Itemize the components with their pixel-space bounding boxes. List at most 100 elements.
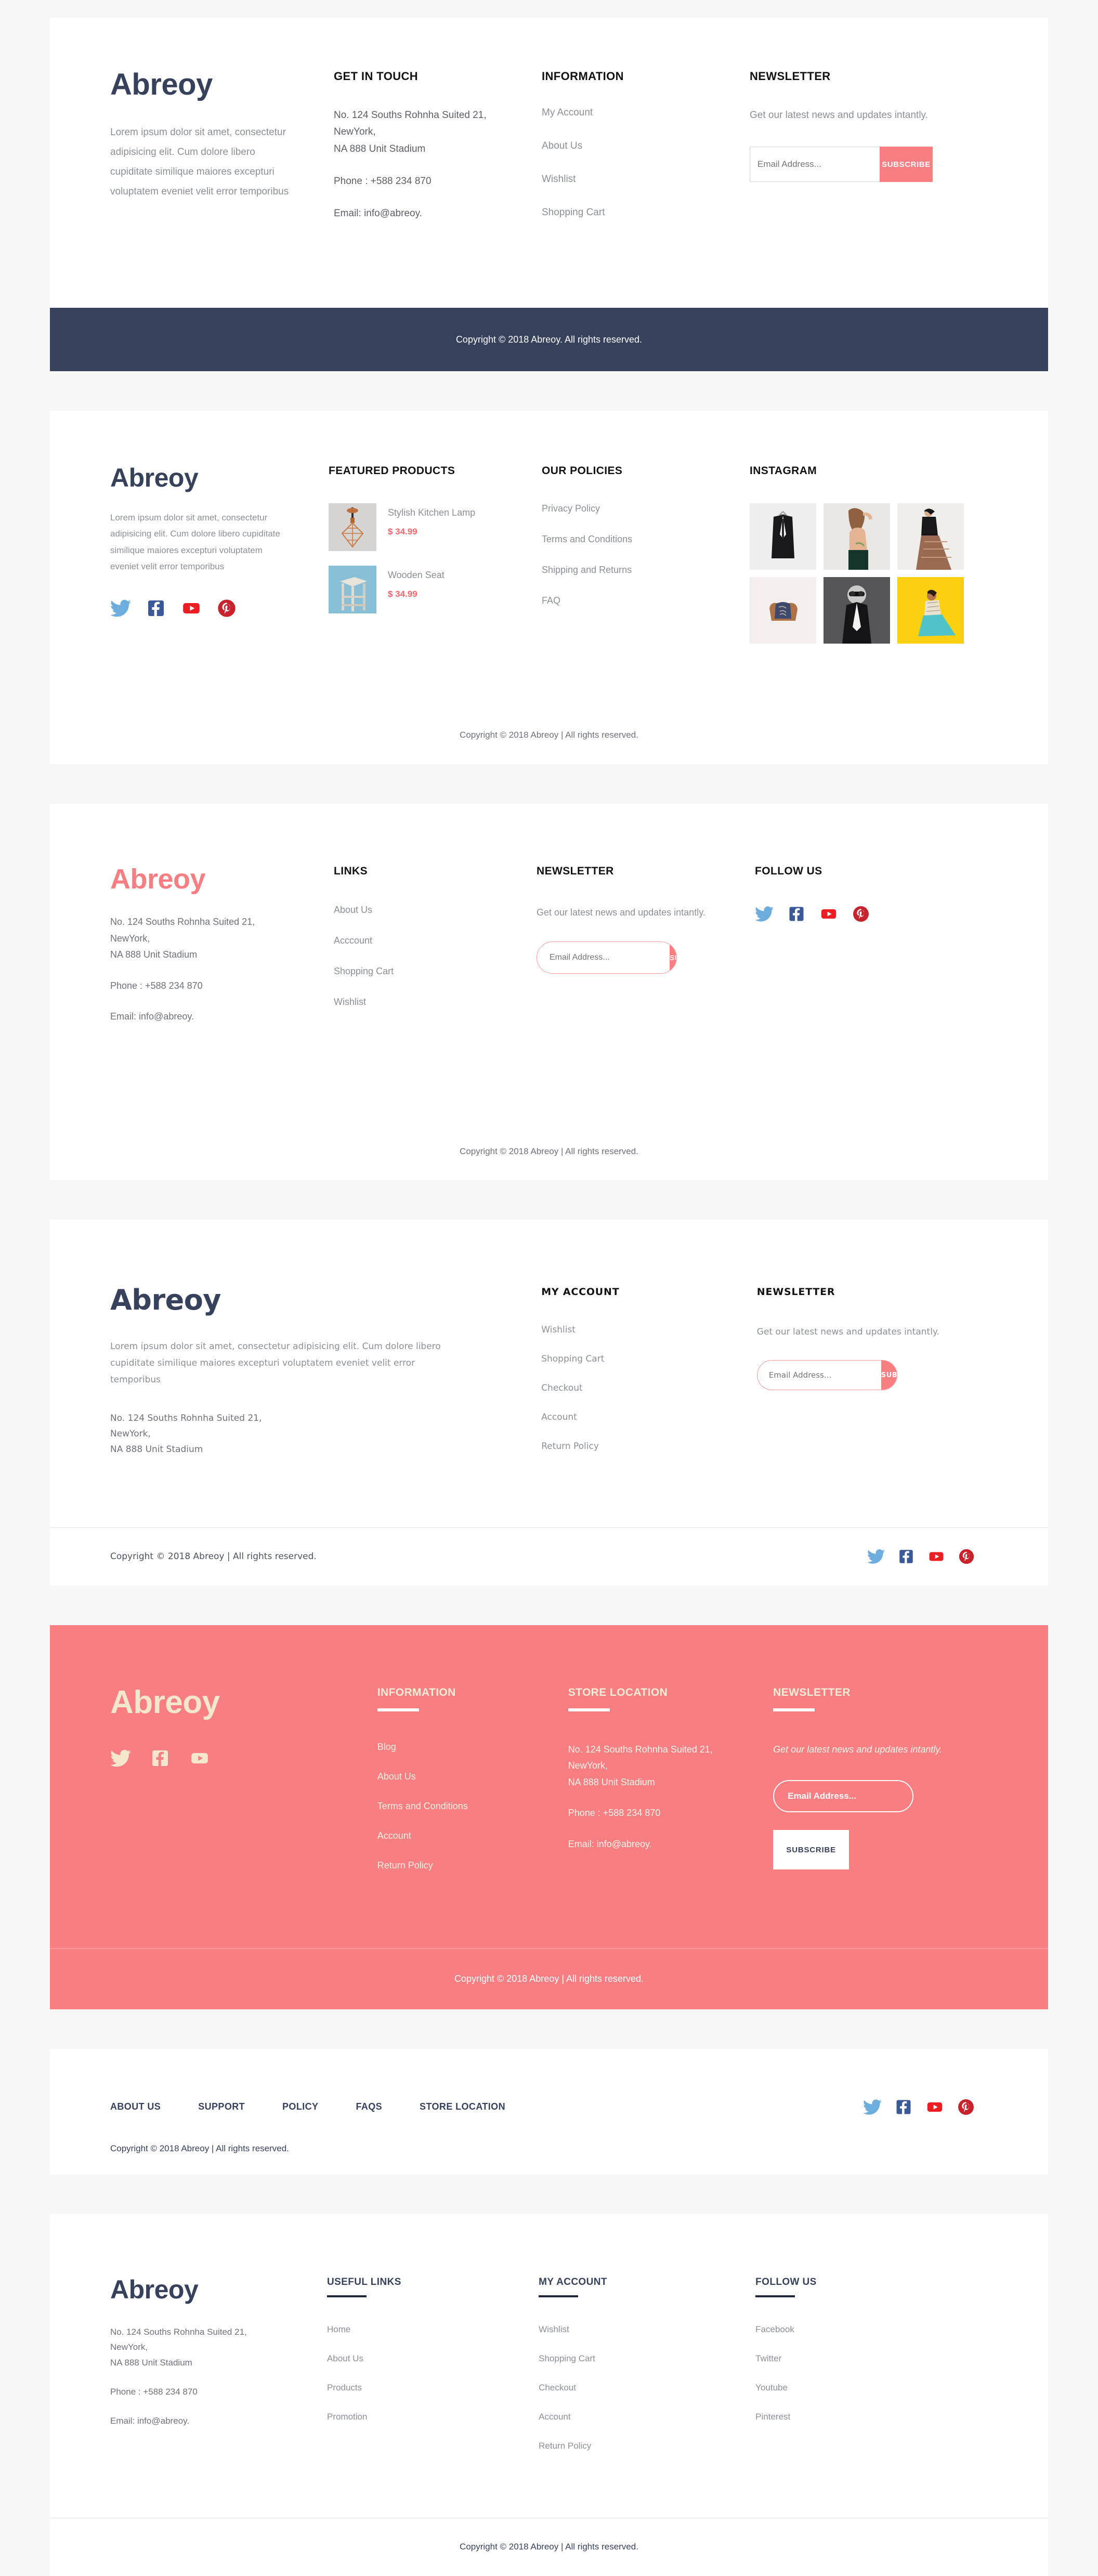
footer-link[interactable]: Checkout — [539, 2383, 755, 2393]
footer-nav-list: ABOUT US SUPPORT POLICY FAQS STORE LOCATION — [110, 2101, 543, 2112]
twitter-icon[interactable] — [863, 2098, 882, 2116]
featured-product-item[interactable]: Stylish Kitchen Lamp $ 34.99 — [329, 503, 542, 551]
youtube-icon[interactable] — [189, 1748, 210, 1769]
footer-link[interactable]: About Us — [327, 2353, 539, 2364]
subscribe-button[interactable]: SUBSCRIBE — [773, 1830, 849, 1870]
email-input[interactable] — [788, 1791, 899, 1802]
twitter-icon[interactable] — [110, 598, 131, 619]
twitter-icon[interactable] — [755, 905, 774, 923]
instagram-thumbnail[interactable] — [897, 577, 964, 644]
footer-link[interactable]: Wishlist — [542, 174, 750, 185]
footer-link[interactable]: Account — [539, 2412, 755, 2422]
pinterest-icon[interactable] — [216, 598, 237, 619]
footer-link[interactable]: Shopping Cart — [541, 1354, 757, 1364]
address-line-2: NewYork, — [334, 126, 376, 138]
instagram-thumbnail[interactable] — [897, 503, 964, 570]
twitter-icon[interactable] — [110, 1748, 131, 1769]
footer-link[interactable]: Pinterest — [755, 2412, 988, 2422]
footer-link[interactable]: About Us — [542, 140, 750, 152]
footer-link[interactable]: Return Policy — [377, 1860, 568, 1871]
email-input[interactable] — [750, 147, 880, 182]
facebook-icon[interactable] — [146, 598, 166, 619]
email-line[interactable]: Email: info@abreoy. — [334, 205, 542, 222]
footer-link[interactable]: Products — [327, 2383, 539, 2393]
footer-nav-item[interactable]: STORE LOCATION — [420, 2101, 505, 2112]
product-name[interactable]: Stylish Kitchen Lamp — [388, 507, 475, 518]
footer-link[interactable]: Return Policy — [539, 2441, 755, 2451]
twitter-icon[interactable] — [867, 1548, 885, 1565]
instagram-thumbnail[interactable] — [750, 503, 816, 570]
product-name[interactable]: Wooden Seat — [388, 570, 445, 581]
footer-nav-item[interactable]: SUPPORT — [198, 2101, 245, 2112]
footer-link[interactable]: Wishlist — [539, 2324, 755, 2335]
subscribe-button[interactable]: SUBSCRIBE — [880, 147, 933, 182]
footer-link[interactable]: Shopping Cart — [334, 966, 537, 977]
brand-logo[interactable]: Abreoy — [110, 1686, 377, 1719]
email-input[interactable] — [537, 942, 670, 973]
product-thumbnail[interactable] — [329, 503, 376, 551]
footer-link[interactable]: Privacy Policy — [542, 503, 750, 514]
instagram-thumbnail[interactable] — [750, 577, 816, 644]
brand-logo[interactable]: Abreoy — [110, 865, 334, 893]
footer-link[interactable]: Account — [541, 1412, 757, 1422]
youtube-icon[interactable] — [927, 1548, 945, 1565]
footer-link[interactable]: Return Policy — [541, 1441, 757, 1452]
brand-logo[interactable]: Abreoy — [110, 465, 329, 491]
youtube-icon[interactable] — [925, 2098, 944, 2116]
brand-logo[interactable]: Abreoy — [110, 2277, 327, 2303]
facebook-icon[interactable] — [897, 1548, 915, 1565]
product-thumbnail[interactable] — [329, 566, 376, 613]
email-line[interactable]: Email: info@abreoy. — [110, 1009, 334, 1025]
address-line-1: No. 124 Souths Rohnha Suited 21, — [110, 917, 255, 927]
footer-link[interactable]: Facebook — [755, 2324, 988, 2335]
footer-link[interactable]: Checkout — [541, 1383, 757, 1393]
featured-product-item[interactable]: Wooden Seat $ 34.99 — [329, 566, 542, 613]
pinterest-icon[interactable] — [852, 905, 870, 923]
footer-link[interactable]: Wishlist — [541, 1325, 757, 1335]
facebook-icon[interactable] — [150, 1748, 171, 1769]
subscribe-button[interactable]: SUBSCRIBE — [670, 942, 676, 973]
email-input[interactable] — [757, 1361, 881, 1390]
subscribe-button[interactable]: SUBSCRIBE — [881, 1361, 897, 1390]
footer-link[interactable]: Terms and Conditions — [377, 1801, 568, 1812]
footer-link[interactable]: About Us — [334, 905, 537, 916]
footer-link[interactable]: Shopping Cart — [542, 207, 750, 218]
footer-link[interactable]: Home — [327, 2324, 539, 2335]
footer-nav-item[interactable]: FAQS — [356, 2101, 382, 2112]
footer-link[interactable]: Account — [377, 1830, 568, 1841]
footer-link[interactable]: Blog — [377, 1742, 568, 1753]
footer-link[interactable]: Shipping and Returns — [542, 565, 750, 576]
footer-link[interactable]: Wishlist — [334, 997, 537, 1008]
facebook-icon[interactable] — [787, 905, 806, 923]
youtube-icon[interactable] — [819, 905, 838, 923]
footer-nav-item[interactable]: ABOUT US — [110, 2101, 161, 2112]
phone-line: Phone : +588 234 870 — [110, 980, 203, 991]
footer-link[interactable]: My Account — [542, 107, 750, 119]
email-line[interactable]: Email: info@abreoy. — [568, 1836, 773, 1853]
instagram-thumbnail[interactable] — [824, 503, 890, 570]
youtube-icon[interactable] — [181, 598, 202, 619]
footer-link[interactable]: Terms and Conditions — [542, 534, 750, 545]
pinterest-icon[interactable] — [958, 1548, 975, 1565]
instagram-column: INSTAGRAM — [750, 465, 984, 644]
pinterest-icon[interactable] — [957, 2098, 975, 2116]
newsletter-description: Get our latest news and updates intantly… — [773, 1744, 943, 1755]
copyright-bar: Copyright © 2018 Abreoy | All rights res… — [50, 2116, 1048, 2154]
footer-link[interactable]: Shopping Cart — [539, 2353, 755, 2364]
email-line[interactable]: Email: info@abreoy. — [110, 2413, 327, 2429]
address-block: No. 124 Souths Rohnha Suited 21, NewYork… — [110, 914, 334, 1025]
footer-link[interactable]: FAQ — [542, 595, 750, 606]
footer-link[interactable]: About Us — [377, 1771, 568, 1782]
footer-link[interactable]: Promotion — [327, 2412, 539, 2422]
footer-link[interactable]: Acccount — [334, 935, 537, 946]
footer-link[interactable]: Twitter — [755, 2353, 988, 2364]
footer-link[interactable]: Youtube — [755, 2383, 988, 2393]
footer-columns: Abreoy INFORMATION Blog About Us Terms and… — [50, 1686, 1048, 1890]
instagram-thumbnail[interactable] — [824, 577, 890, 644]
brand-logo[interactable]: Abreoy — [110, 70, 334, 100]
footer-nav-item[interactable]: POLICY — [282, 2101, 318, 2112]
brand-logo[interactable]: Abreoy — [110, 1286, 541, 1314]
facebook-icon[interactable] — [894, 2098, 913, 2116]
brand-column: Abreoy No. 124 Souths Rohnha Suited 21, … — [110, 865, 334, 1040]
